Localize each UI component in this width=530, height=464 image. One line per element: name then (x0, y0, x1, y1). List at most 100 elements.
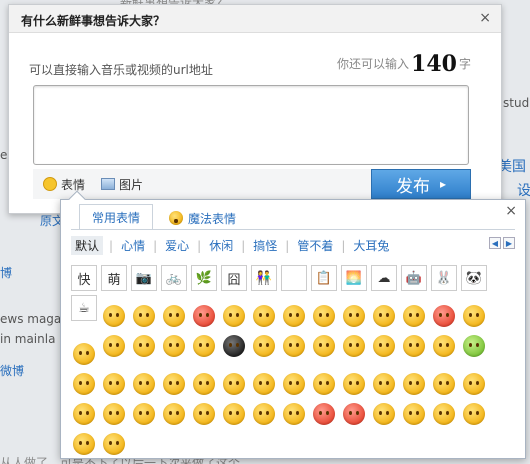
image-button[interactable]: 图片 (101, 176, 143, 193)
emoticon-item[interactable] (250, 332, 278, 360)
emoticon-item[interactable] (100, 302, 128, 330)
category-heart[interactable]: 爱心 (157, 237, 197, 254)
emoticon-item[interactable] (190, 302, 218, 330)
emoticon-item[interactable] (430, 332, 458, 360)
come-icon (253, 403, 275, 425)
emoticon-item[interactable] (160, 332, 188, 360)
emoticon-sticker[interactable]: 萌 (100, 264, 128, 292)
bg-link[interactable]: 美国 (498, 156, 526, 176)
laugh2-icon (433, 373, 455, 395)
emoticon-sticker[interactable]: 🤖 (400, 264, 428, 292)
emoticon-item[interactable] (130, 400, 158, 428)
category-mood[interactable]: 心情 (113, 237, 153, 254)
category-none[interactable]: 管不着 (289, 237, 341, 254)
tab-common[interactable]: 常用表情 (79, 204, 154, 230)
love-icon (193, 305, 215, 327)
sticker-icon (281, 265, 307, 291)
emoticon-item[interactable] (310, 332, 338, 360)
prev-page-icon[interactable]: ◀ (489, 237, 501, 249)
emoticon-sticker[interactable]: 囧 (220, 264, 248, 292)
emoticon-button[interactable]: 表情 (43, 176, 85, 193)
emoticon-item[interactable] (100, 370, 128, 398)
post-textarea[interactable] (33, 85, 469, 165)
emoticon-sticker[interactable]: 🌅 (340, 264, 368, 292)
emoticon-item[interactable] (370, 302, 398, 330)
emoticon-item[interactable] (310, 302, 338, 330)
emoticon-item[interactable] (190, 332, 218, 360)
emoticon-item[interactable] (160, 302, 188, 330)
emoticon-item[interactable] (130, 332, 158, 360)
emoticon-sticker[interactable]: 📷 (130, 264, 158, 292)
emoticon-item[interactable] (310, 400, 338, 428)
emoticon-item[interactable] (340, 332, 368, 360)
emoticon-item[interactable] (70, 400, 98, 428)
emoticon-sticker[interactable] (280, 264, 308, 292)
close-icon[interactable]: × (505, 203, 517, 219)
emoticon-item[interactable] (370, 332, 398, 360)
emoticon-item[interactable] (220, 302, 248, 330)
emoticon-item[interactable] (100, 430, 128, 458)
emoticon-item[interactable] (340, 370, 368, 398)
emoticon-item[interactable] (370, 370, 398, 398)
emoticon-item[interactable] (160, 370, 188, 398)
emoticon-item[interactable] (160, 400, 188, 428)
tab-magic[interactable]: 魔法表情 (157, 206, 248, 230)
emoticon-item[interactable] (190, 370, 218, 398)
emoticon-sticker[interactable]: 📋 (310, 264, 338, 292)
bg-link[interactable]: 微博 (0, 362, 24, 379)
emoticon-item[interactable] (250, 302, 278, 330)
emoticon-item[interactable] (100, 332, 128, 360)
emoticon-item[interactable] (250, 400, 278, 428)
emoticon-sticker[interactable]: ☕ (70, 294, 98, 322)
emoticon-item[interactable] (220, 370, 248, 398)
emoticon-item[interactable] (220, 332, 248, 360)
emoticon-item[interactable] (280, 302, 308, 330)
category-rabbit[interactable]: 大耳兔 (345, 237, 397, 254)
emoticon-item[interactable] (370, 400, 398, 428)
publish-button[interactable]: 发布 ▸ (371, 169, 471, 199)
emoticon-item[interactable] (400, 332, 428, 360)
close-icon[interactable]: × (479, 10, 491, 26)
emoticon-item[interactable] (100, 400, 128, 428)
emoticon-sticker[interactable]: 🐼 (460, 264, 488, 292)
category-default[interactable]: 默认 (71, 236, 104, 255)
emoticon-item[interactable] (190, 400, 218, 428)
emoticon-item[interactable] (430, 370, 458, 398)
bg-link[interactable]: 博 (0, 264, 12, 281)
emoticon-item[interactable] (340, 400, 368, 428)
emoticon-item[interactable] (340, 302, 368, 330)
emoticon-sticker[interactable]: 🚲 (160, 264, 188, 292)
emoticon-item[interactable] (400, 370, 428, 398)
emoticon-item[interactable] (460, 400, 488, 428)
bg-link[interactable]: 设 (517, 180, 530, 200)
emoticon-item[interactable] (220, 400, 248, 428)
emoticon-item[interactable] (280, 370, 308, 398)
emoticon-sticker[interactable]: 🌿 (190, 264, 218, 292)
emoticon-item[interactable] (430, 302, 458, 330)
emoticon-item[interactable] (250, 370, 278, 398)
bored-icon (463, 305, 485, 327)
emoticon-sticker[interactable]: 快 (70, 264, 98, 292)
clock-icon (373, 403, 395, 425)
emoticon-item[interactable] (400, 400, 428, 428)
emoticon-sticker[interactable]: 👫 (250, 264, 278, 292)
emoticon-item[interactable] (460, 302, 488, 330)
emoticon-item[interactable] (70, 430, 98, 458)
next-page-icon[interactable]: ▶ (503, 237, 515, 249)
emoticon-item[interactable] (70, 340, 98, 368)
emoticon-item[interactable] (430, 400, 458, 428)
emoticon-item[interactable] (310, 370, 338, 398)
category-leisure[interactable]: 休闲 (201, 237, 241, 254)
emoticon-item[interactable] (280, 332, 308, 360)
emoticon-item[interactable] (460, 332, 488, 360)
rain-icon (103, 433, 125, 455)
emoticon-item[interactable] (130, 302, 158, 330)
emoticon-item[interactable] (70, 370, 98, 398)
emoticon-sticker[interactable]: ☁ (370, 264, 398, 292)
category-funny[interactable]: 搞怪 (245, 237, 285, 254)
emoticon-item[interactable] (280, 400, 308, 428)
emoticon-item[interactable] (460, 370, 488, 398)
emoticon-sticker[interactable]: 🐰 (430, 264, 458, 292)
emoticon-item[interactable] (400, 302, 428, 330)
emoticon-item[interactable] (130, 370, 158, 398)
